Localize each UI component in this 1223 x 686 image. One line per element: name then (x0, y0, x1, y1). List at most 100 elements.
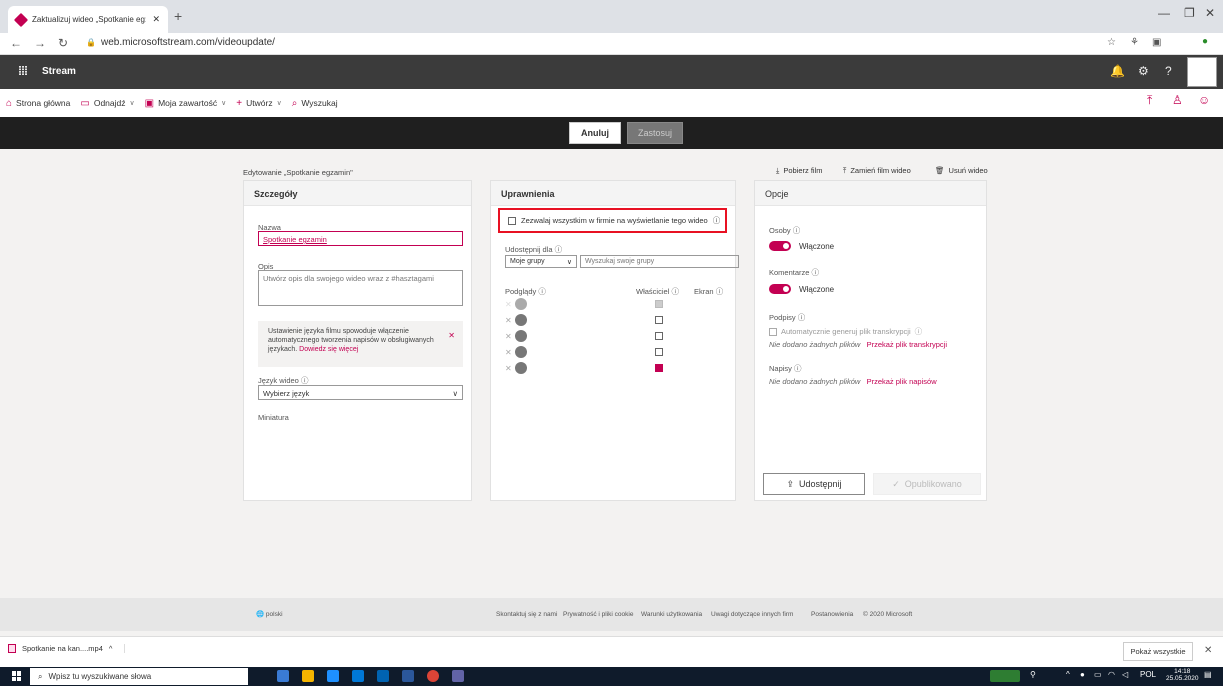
remove-icon[interactable]: ✕ (505, 348, 512, 357)
owner-checkbox[interactable] (655, 316, 663, 324)
edge-icon[interactable] (327, 670, 339, 682)
nav-create[interactable]: + Utwórz ∨ (236, 98, 281, 109)
task-view-icon[interactable] (277, 670, 289, 682)
allow-all-checkbox[interactable] (508, 216, 516, 225)
upload-transcript-link[interactable]: Przekaż plik transkrypcji (867, 340, 947, 349)
delete-video-link[interactable]: 🗑 Usuń wideo (935, 166, 988, 175)
clock[interactable]: 14:18 25.05.2020 (1166, 668, 1199, 682)
info-icon: ⓘ (792, 226, 801, 235)
file-icon (8, 644, 16, 653)
auto-generate-checkbox[interactable] (769, 327, 777, 336)
owner-checkbox[interactable] (655, 332, 663, 340)
footer-link[interactable]: Warunki użytkowania (641, 611, 702, 618)
description-input[interactable]: Utwórz opis dla swojego wideo wraz z #ha… (258, 270, 463, 306)
language-link[interactable]: 🌐 polski (256, 610, 283, 618)
network-app-icon[interactable]: ⚲ (1030, 670, 1036, 679)
comments-toggle[interactable]: Włączone (769, 284, 834, 294)
store-icon[interactable] (352, 670, 364, 682)
upload-subtitles-link[interactable]: Przekaż plik napisów (867, 377, 937, 386)
name-input[interactable]: Spotkanie egzamin (258, 231, 463, 246)
learn-more-link[interactable]: Dowiedz się więcej (299, 346, 358, 353)
browser-tab[interactable]: Zaktualizuj wideo „Spotkanie eg: ✕ (8, 6, 168, 33)
nav-home[interactable]: ⌂ Strona główna (6, 98, 70, 109)
upload-icon[interactable]: ⤒ (1147, 93, 1152, 108)
back-icon[interactable]: ← (10, 36, 22, 50)
file-explorer-icon[interactable] (302, 670, 314, 682)
remove-icon[interactable]: ✕ (505, 332, 512, 341)
stream-header: ⁞⁞⁞ Stream 🔔 ⚙ ? (0, 55, 1223, 89)
wifi-icon[interactable]: ◠ (1108, 670, 1115, 679)
close-icon[interactable]: ✕ (448, 331, 455, 340)
nav-discover[interactable]: ▭ Odnajdź ∨ (80, 98, 134, 109)
restore-icon[interactable]: ❐ (1184, 6, 1195, 20)
gear-icon[interactable]: ⚙ (1138, 64, 1149, 78)
extension-icon[interactable]: ▣ (1152, 37, 1161, 48)
show-all-downloads-button[interactable]: Pokaż wszystkie (1123, 642, 1193, 661)
allow-all-checkbox-row[interactable]: Zezwalaj wszystkim w firmie na wyświetla… (498, 208, 727, 233)
replace-video-link[interactable]: ⤒ Zamień film wideo (843, 166, 911, 176)
extension-icon[interactable]: ⚘ (1130, 37, 1139, 48)
group-search-input[interactable]: Wyszukaj swoje grupy (580, 255, 739, 268)
new-tab-button[interactable]: + (174, 8, 182, 24)
forward-icon[interactable]: → (34, 36, 46, 50)
permissions-title: Uprawnienia (491, 181, 735, 206)
avatar[interactable] (1187, 57, 1217, 87)
notifications-icon[interactable]: 🔔 (1110, 64, 1125, 78)
bookmark-star-icon[interactable]: ☆ (1107, 37, 1116, 48)
mail-icon[interactable] (377, 670, 389, 682)
captions-label: Podpisy ⓘ (769, 313, 806, 322)
close-icon[interactable]: ✕ (1204, 645, 1212, 656)
teams-icon[interactable] (452, 670, 464, 682)
smiley-icon[interactable]: ☺ (1198, 93, 1210, 107)
battery-icon[interactable]: ▭ (1094, 670, 1102, 679)
permissions-panel: Uprawnienia Zezwalaj wszystkim w firmie … (490, 180, 739, 501)
windows-start-icon[interactable] (12, 671, 22, 681)
taskbar-search-input[interactable]: ⌕ Wpisz tu wyszukiwane słowa (30, 668, 248, 685)
profile-icon[interactable]: ● (1202, 36, 1208, 47)
volume-icon[interactable]: ◁ (1122, 670, 1128, 679)
apply-button[interactable]: Zastosuj (627, 122, 683, 144)
owner-checkbox[interactable] (655, 348, 663, 356)
cancel-button[interactable]: Anuluj (569, 122, 621, 144)
auto-generate-row[interactable]: Automatycznie generuj plik transkrypcji … (769, 326, 922, 337)
remove-icon[interactable]: ✕ (505, 316, 512, 325)
notification-center-icon[interactable]: ▤ (1204, 670, 1212, 679)
tab-close-icon[interactable]: ✕ (152, 14, 160, 25)
tray-overflow-icon[interactable]: ^ (1066, 670, 1070, 679)
brand-name[interactable]: Stream (42, 66, 76, 77)
footer-link[interactable]: Postanowienia (811, 611, 853, 618)
app-thumbnail-icon[interactable] (990, 670, 1020, 682)
download-item[interactable]: Spotkanie na kan....mp4 ^ (8, 644, 126, 653)
url-field[interactable]: 🔒 web.microsoftstream.com/videoupdate/ (86, 37, 275, 48)
app-launcher-icon[interactable]: ⁞⁞⁞ (18, 64, 28, 78)
remove-icon[interactable]: ✕ (505, 364, 512, 373)
nav-my-content[interactable]: ▣ Moja zawartość ∨ (145, 98, 227, 109)
footer-link[interactable]: Uwagi dotyczące innych firm (711, 611, 793, 618)
info-icon: ⓘ (914, 327, 923, 336)
window-close-icon[interactable]: ✕ (1205, 6, 1215, 20)
info-icon: ⓘ (538, 287, 546, 296)
download-video-link[interactable]: ⤓ Pobierz film (776, 166, 823, 176)
minimize-icon[interactable]: — (1158, 6, 1170, 20)
chevron-up-icon[interactable]: ^ (109, 644, 113, 653)
toggle-switch[interactable] (769, 284, 791, 294)
footer-link[interactable]: Prywatność i pliki cookie (563, 611, 633, 618)
language-select[interactable]: Wybierz język ∨ (258, 385, 463, 400)
owner-checkbox[interactable] (655, 364, 663, 372)
person-icon[interactable]: ♙ (1172, 93, 1183, 107)
replace-icon: ⤒ (843, 166, 847, 175)
chrome-icon[interactable] (427, 670, 439, 682)
nav-search[interactable]: ⌕ Wyszukaj (292, 98, 338, 109)
help-icon[interactable]: ? (1165, 64, 1172, 78)
mic-icon[interactable]: ● (1080, 670, 1085, 679)
toggle-switch[interactable] (769, 241, 791, 251)
remove-icon: ✕ (505, 299, 512, 309)
footer-link[interactable]: Skontaktuj się z nami (496, 611, 557, 618)
reload-icon[interactable]: ↻ (58, 36, 68, 50)
people-toggle[interactable]: Włączone (769, 241, 834, 251)
subtitles-row: Nie dodano żadnych plików Przekaż plik n… (769, 377, 937, 386)
input-language[interactable]: POL (1140, 670, 1156, 679)
share-button[interactable]: ⇪ Udostępnij (763, 473, 865, 495)
word-icon[interactable] (402, 670, 414, 682)
share-group-select[interactable]: Moje grupy ∨ (505, 255, 577, 268)
